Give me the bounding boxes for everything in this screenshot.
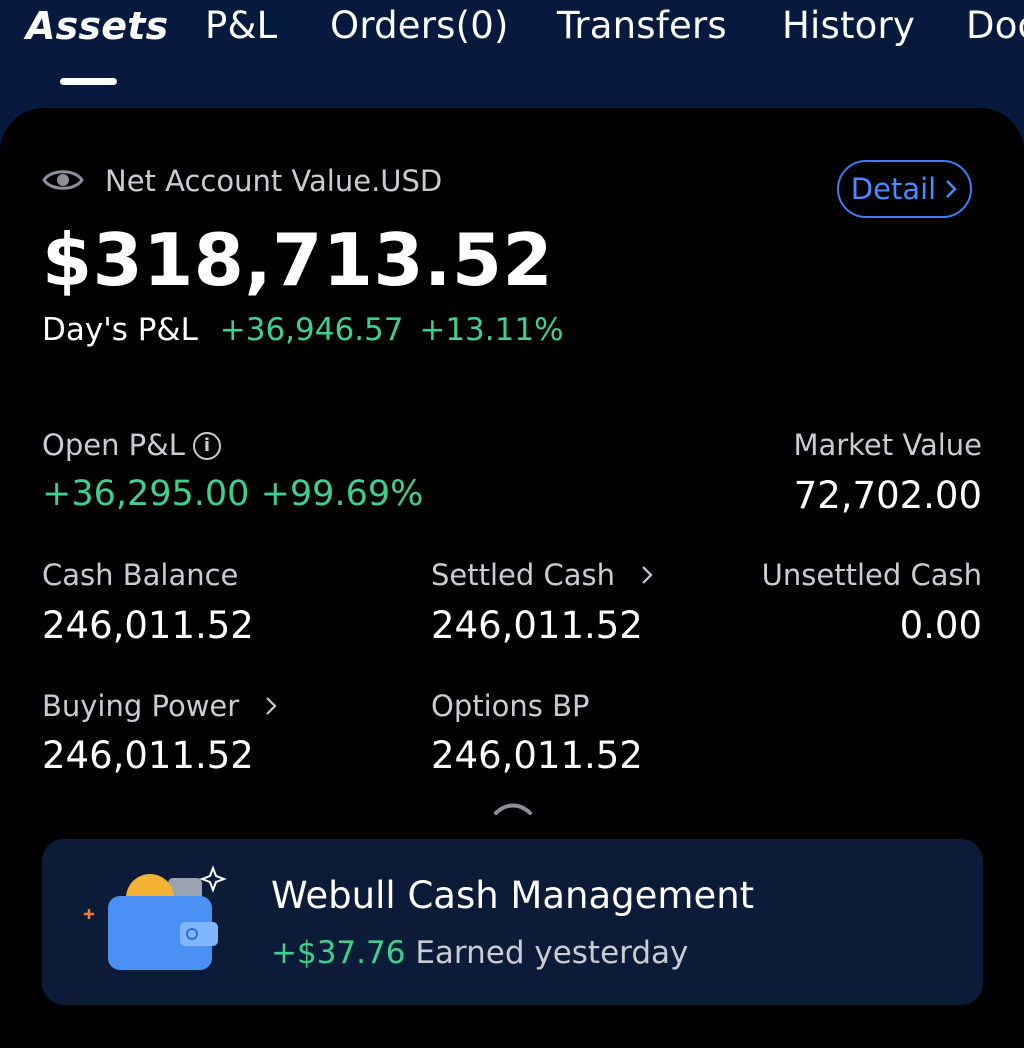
chevron-up-icon[interactable] xyxy=(492,798,534,818)
open-pl-label: Open P&L xyxy=(42,428,185,462)
tab-assets[interactable]: Assets xyxy=(26,4,168,48)
settled-cash-value: 246,011.52 xyxy=(431,604,643,647)
tab-orders[interactable]: Orders(0) xyxy=(330,4,509,47)
market-value: 72,702.00 xyxy=(793,474,982,517)
info-icon[interactable]: i xyxy=(192,432,221,460)
settled-cash-link[interactable]: Settled Cash xyxy=(431,558,654,592)
earned-amount: +$37.76 xyxy=(271,935,406,971)
days-pl-percent: +13.11% xyxy=(419,312,564,348)
detail-button[interactable]: Detail xyxy=(837,160,972,218)
promo-title: Webull Cash Management xyxy=(271,874,755,917)
tab-documents[interactable]: Doc xyxy=(966,4,1024,47)
top-nav: Assets P&L Orders(0) Transfers History D… xyxy=(0,0,1024,110)
buying-power-value: 246,011.52 xyxy=(42,734,254,777)
chevron-right-icon xyxy=(642,566,653,584)
market-value-label: Market Value xyxy=(793,428,982,462)
net-account-value-label: Net Account Value.USD xyxy=(105,164,443,198)
cash-balance-value: 246,011.52 xyxy=(42,604,254,647)
promo-subtitle: +$37.76 Earned yesterday xyxy=(271,935,688,971)
chevron-right-icon xyxy=(946,180,957,198)
net-account-value: $318,713.52 xyxy=(42,218,554,302)
days-pl-row: Day's P&L +36,946.57 +13.11% xyxy=(42,312,564,348)
days-pl-amount: +36,946.57 xyxy=(219,312,404,348)
buying-power-label: Buying Power xyxy=(42,689,240,723)
eye-icon[interactable] xyxy=(42,165,84,195)
tab-bar: Assets P&L Orders(0) Transfers History D… xyxy=(0,0,1024,100)
wallet-icon xyxy=(84,865,227,970)
unsettled-cash-label: Unsettled Cash xyxy=(761,558,982,592)
settled-cash-label: Settled Cash xyxy=(431,558,616,592)
buying-power-link[interactable]: Buying Power xyxy=(42,689,278,723)
chevron-right-icon xyxy=(266,697,277,715)
days-pl-label: Day's P&L xyxy=(42,312,198,348)
open-pl-label-row: Open P&L i xyxy=(42,428,221,462)
unsettled-cash-value: 0.00 xyxy=(899,604,982,647)
cash-balance-label: Cash Balance xyxy=(42,558,239,592)
detail-button-label: Detail xyxy=(850,172,937,206)
options-bp-value: 246,011.52 xyxy=(431,734,643,777)
options-bp-label: Options BP xyxy=(431,689,590,723)
earned-text: Earned yesterday xyxy=(415,935,689,971)
tab-transfers[interactable]: Transfers xyxy=(557,4,727,47)
active-tab-indicator xyxy=(60,78,117,85)
tab-history[interactable]: History xyxy=(782,4,915,47)
tab-pl[interactable]: P&L xyxy=(205,4,277,47)
open-pl-value: +36,295.00 +99.69% xyxy=(42,474,424,514)
